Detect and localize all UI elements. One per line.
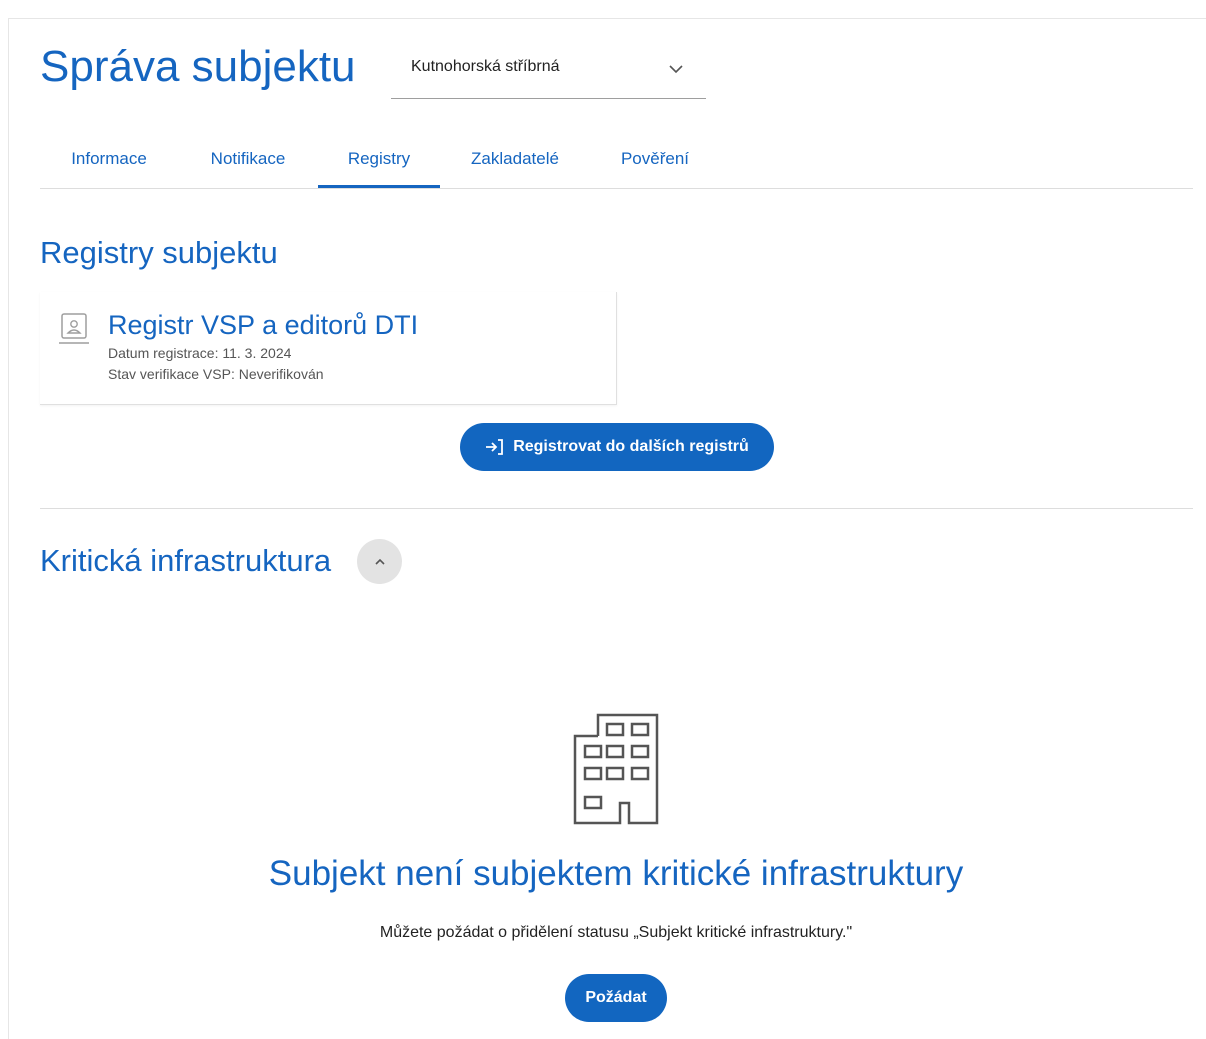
tab-povereni[interactable]: Pověření [590, 132, 720, 186]
empty-state-title: Subjekt není subjektem kritické infrastr… [268, 854, 964, 893]
building-icon [573, 713, 659, 825]
chevron-down-icon [669, 65, 683, 74]
critical-infrastructure-title: Kritická infrastruktura [40, 543, 332, 578]
tab-informace[interactable]: Informace [40, 132, 178, 186]
registry-date: Datum registrace: 11. 3. 2024 [108, 345, 292, 361]
id-card-icon [59, 313, 89, 344]
subject-select[interactable]: Kutnohorská stříbrná [391, 44, 706, 99]
login-arrow-icon [486, 439, 504, 455]
frame-border-top [8, 18, 1206, 19]
page-title: Správa subjektu [40, 42, 356, 91]
tab-bar: Informace Notifikace Registry Zakladatel… [40, 132, 1193, 189]
registry-status: Stav verifikace VSP: Neverifikován [108, 366, 324, 382]
empty-state-text: Můžete požádat o přidělení statusu „Subj… [379, 924, 853, 941]
registry-card[interactable]: Registr VSP a editorů DTI Datum registra… [40, 292, 617, 405]
request-button[interactable]: Požádat [565, 974, 667, 1022]
tab-registry[interactable]: Registry [318, 132, 440, 188]
tab-notifikace[interactable]: Notifikace [178, 132, 318, 186]
register-more-label: Registrovat do dalších registrů [513, 438, 749, 455]
register-more-button[interactable]: Registrovat do dalších registrů [460, 423, 774, 471]
registries-section-title: Registry subjektu [40, 235, 278, 270]
section-divider [40, 508, 1193, 509]
chevron-up-icon [374, 558, 385, 565]
tab-zakladatele[interactable]: Zakladatelé [440, 132, 590, 186]
registry-name[interactable]: Registr VSP a editorů DTI [108, 310, 418, 341]
subject-select-value: Kutnohorská stříbrná [411, 58, 560, 75]
collapse-button[interactable] [357, 539, 402, 584]
